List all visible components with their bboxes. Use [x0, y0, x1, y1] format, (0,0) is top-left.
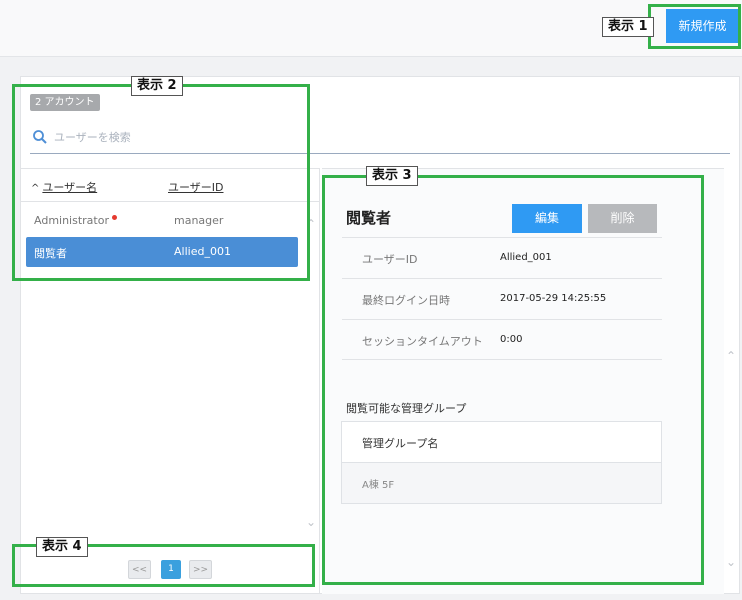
highlight-box-1 — [648, 4, 741, 49]
highlight-box-3 — [322, 175, 704, 585]
highlight-box-2 — [12, 84, 310, 281]
chevron-up-icon[interactable]: ⌃ — [725, 350, 737, 362]
annotation-label-3: 表示 3 — [366, 166, 418, 186]
annotation-label-4: 表示 4 — [36, 537, 88, 557]
annotation-label-1: 表示 1 — [602, 17, 654, 37]
chevron-down-icon[interactable]: ⌄ — [305, 516, 317, 528]
detail-scrollbar[interactable]: ⌃ ⌄ — [724, 178, 738, 574]
annotation-label-2: 表示 2 — [131, 76, 183, 96]
chevron-down-icon[interactable]: ⌄ — [725, 556, 737, 568]
